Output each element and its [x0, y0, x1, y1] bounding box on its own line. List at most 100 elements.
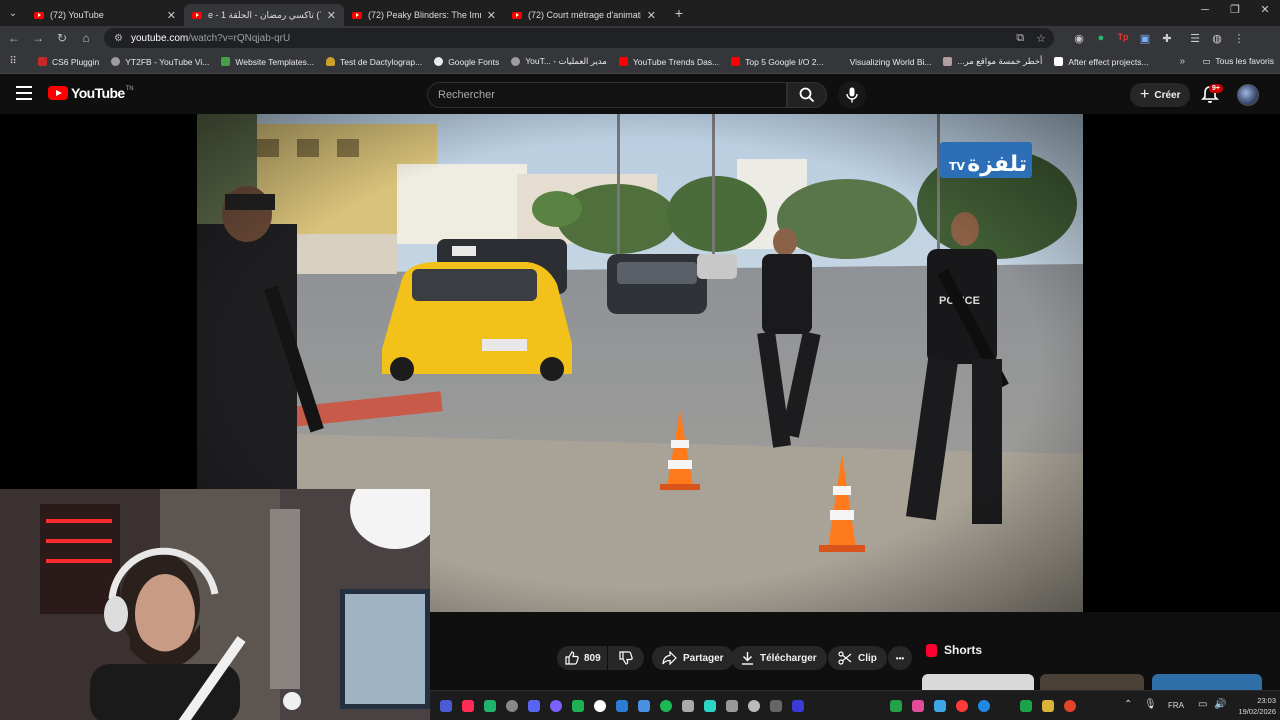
taskbar-app-icon[interactable]	[594, 700, 606, 712]
taskbar-app-icon[interactable]	[726, 700, 738, 712]
bookmark-item[interactable]: Google Fonts	[428, 57, 505, 67]
all-bookmarks-folder[interactable]: ▭ Tous les favoris	[1202, 56, 1274, 67]
bookmark-item[interactable]: Top 5 Google I/O 2...	[725, 57, 829, 67]
bookmark-item[interactable]: After effect projects...	[1048, 57, 1154, 67]
browser-tab-taxi-ramadan[interactable]: e - (72) تاكسي رمضان - الحلقة 1 ✕	[184, 4, 344, 26]
browser-tab-court-metrage[interactable]: (72) Court métrage d'animation ✕	[504, 4, 664, 26]
tray-overflow-chevron-icon[interactable]: ⌃	[1124, 699, 1132, 710]
taskbar-app-icon[interactable]	[484, 700, 496, 712]
taskbar-app-icon[interactable]	[682, 700, 694, 712]
taskbar-app-icon[interactable]	[572, 700, 584, 712]
install-app-icon[interactable]: ⧉	[1016, 32, 1024, 45]
tab-title-prefix: e -	[208, 9, 222, 20]
minimize-icon[interactable]: ─	[1190, 0, 1220, 26]
taskbar-app-icon[interactable]	[1020, 700, 1032, 712]
taskbar-app-icon[interactable]	[440, 700, 452, 712]
network-icon[interactable]: ▭	[1198, 699, 1207, 710]
search-button[interactable]	[787, 82, 827, 108]
bookmark-item[interactable]: أخطر خمسة مواقع مر...	[937, 56, 1048, 67]
taskbar-app-icon[interactable]	[890, 700, 902, 712]
taskbar-app-icon[interactable]	[748, 700, 760, 712]
clip-button[interactable]: Clip	[828, 646, 887, 670]
taskbar-app-icon[interactable]	[550, 700, 562, 712]
grammarly-extension-icon[interactable]: ●	[1090, 32, 1112, 45]
browser-tab-youtube[interactable]: (72) YouTube ✕	[26, 4, 184, 26]
shorts-title: Shorts	[944, 643, 983, 657]
close-tab-icon[interactable]: ✕	[327, 9, 336, 22]
bookmark-item[interactable]: CS6 Pluggin	[32, 57, 105, 67]
taskbar-app-icon[interactable]	[704, 700, 716, 712]
taskbar-app-icon[interactable]	[1064, 700, 1076, 712]
bookmark-label: Top 5 Google I/O 2...	[745, 56, 824, 67]
profile-avatar-icon[interactable]: ◍	[1206, 32, 1228, 45]
bookmarks-overflow-icon[interactable]: »	[1179, 56, 1185, 67]
account-avatar[interactable]	[1237, 84, 1259, 106]
restore-icon[interactable]: ❐	[1220, 0, 1250, 26]
logo-country-code: TN	[125, 86, 134, 92]
bookmark-item[interactable]: YT2FB - YouTube Vi...	[105, 57, 215, 67]
taskbar-app-icon[interactable]	[912, 700, 924, 712]
close-tab-icon[interactable]: ✕	[647, 9, 656, 22]
taskbar-app-icon[interactable]	[978, 700, 990, 712]
bookmark-star-icon[interactable]: ☆	[1036, 32, 1046, 45]
youtube-logo[interactable]: YouTube TN	[48, 85, 134, 101]
bookmark-item[interactable]: Visualizing World Bi...	[830, 57, 938, 67]
site-info-icon[interactable]: ⚙	[114, 33, 123, 44]
guide-menu-icon[interactable]	[16, 86, 32, 100]
bookmark-item[interactable]: YouT... - مدير العمليات	[505, 56, 613, 67]
extensions-puzzle-icon[interactable]: ✚	[1156, 32, 1178, 45]
voice-search-button[interactable]	[838, 81, 866, 109]
shield-extension-icon[interactable]: ◉	[1068, 32, 1090, 45]
like-button[interactable]: 809	[557, 646, 607, 670]
close-tab-icon[interactable]: ✕	[487, 9, 496, 22]
forward-arrow-icon[interactable]: →	[26, 31, 50, 45]
browser-menu-icon[interactable]: ⋮	[1228, 32, 1250, 45]
back-arrow-icon[interactable]: ←	[2, 31, 26, 45]
webcam-image	[0, 489, 430, 720]
bookmark-favicon-icon	[221, 57, 231, 66]
microphone-tray-icon[interactable]: 🎙	[1144, 699, 1157, 710]
browser-tab-peaky-blinders[interactable]: (72) Peaky Blinders: The Immor ✕	[344, 4, 504, 26]
taskbar-app-icon[interactable]	[956, 700, 968, 712]
home-icon[interactable]: ⌂	[74, 31, 98, 45]
share-button[interactable]: Partager	[652, 646, 734, 670]
more-actions-button[interactable]: •••	[888, 646, 912, 670]
bookmark-label: YouTube Trends Das...	[632, 56, 720, 67]
reload-icon[interactable]: ↻	[50, 31, 74, 45]
input-language-indicator[interactable]: FRA	[1168, 701, 1184, 710]
taskbar-app-icon[interactable]	[638, 700, 650, 712]
bookmark-item[interactable]: YouTube Trends Das...	[613, 57, 725, 67]
create-button[interactable]: + Créer	[1130, 83, 1191, 107]
youtube-favicon-icon	[512, 11, 522, 19]
search-input[interactable]: Rechercher	[427, 82, 787, 108]
shorts-thumbnail[interactable]	[1152, 674, 1262, 690]
bookmark-item[interactable]: Website Templates...	[215, 57, 320, 67]
download-button[interactable]: Télécharger	[731, 646, 827, 670]
tp-extension-icon[interactable]: Tp	[1112, 32, 1134, 45]
taskbar-app-icon[interactable]	[1042, 700, 1054, 712]
reading-list-icon[interactable]: ☰	[1184, 32, 1206, 45]
tab-search-chevron-icon[interactable]: ⌄	[0, 0, 26, 26]
taskbar-app-icon[interactable]	[528, 700, 540, 712]
taskbar-app-icon[interactable]	[616, 700, 628, 712]
close-tab-icon[interactable]: ✕	[167, 9, 176, 22]
apps-grid-icon[interactable]: ⠿	[0, 56, 26, 67]
dislike-button[interactable]	[608, 646, 644, 670]
taskbar-app-icon[interactable]	[660, 700, 672, 712]
shorts-thumbnail[interactable]	[922, 674, 1034, 690]
system-clock[interactable]: 23:03 19/02/2026	[1230, 695, 1276, 717]
taskbar-app-icon[interactable]	[506, 700, 518, 712]
translate-extension-icon[interactable]: ▣	[1134, 32, 1156, 45]
youtube-favicon-icon	[192, 11, 202, 19]
bookmark-item[interactable]: Test de Dactylograp...	[320, 57, 428, 67]
bookmark-favicon-icon	[836, 57, 845, 66]
new-tab-button[interactable]: +	[668, 5, 690, 21]
volume-icon[interactable]: 🔊	[1214, 699, 1226, 710]
taskbar-app-icon[interactable]	[462, 700, 474, 712]
close-window-icon[interactable]: ✕	[1250, 0, 1280, 26]
taskbar-app-icon[interactable]	[934, 700, 946, 712]
taskbar-app-icon[interactable]	[770, 700, 782, 712]
shorts-thumbnail[interactable]	[1040, 674, 1144, 690]
address-bar[interactable]: ⚙ youtube.com/watch?v=rQNqjab-qrU ⧉ ☆	[104, 28, 1054, 48]
taskbar-app-icon[interactable]	[792, 700, 804, 712]
